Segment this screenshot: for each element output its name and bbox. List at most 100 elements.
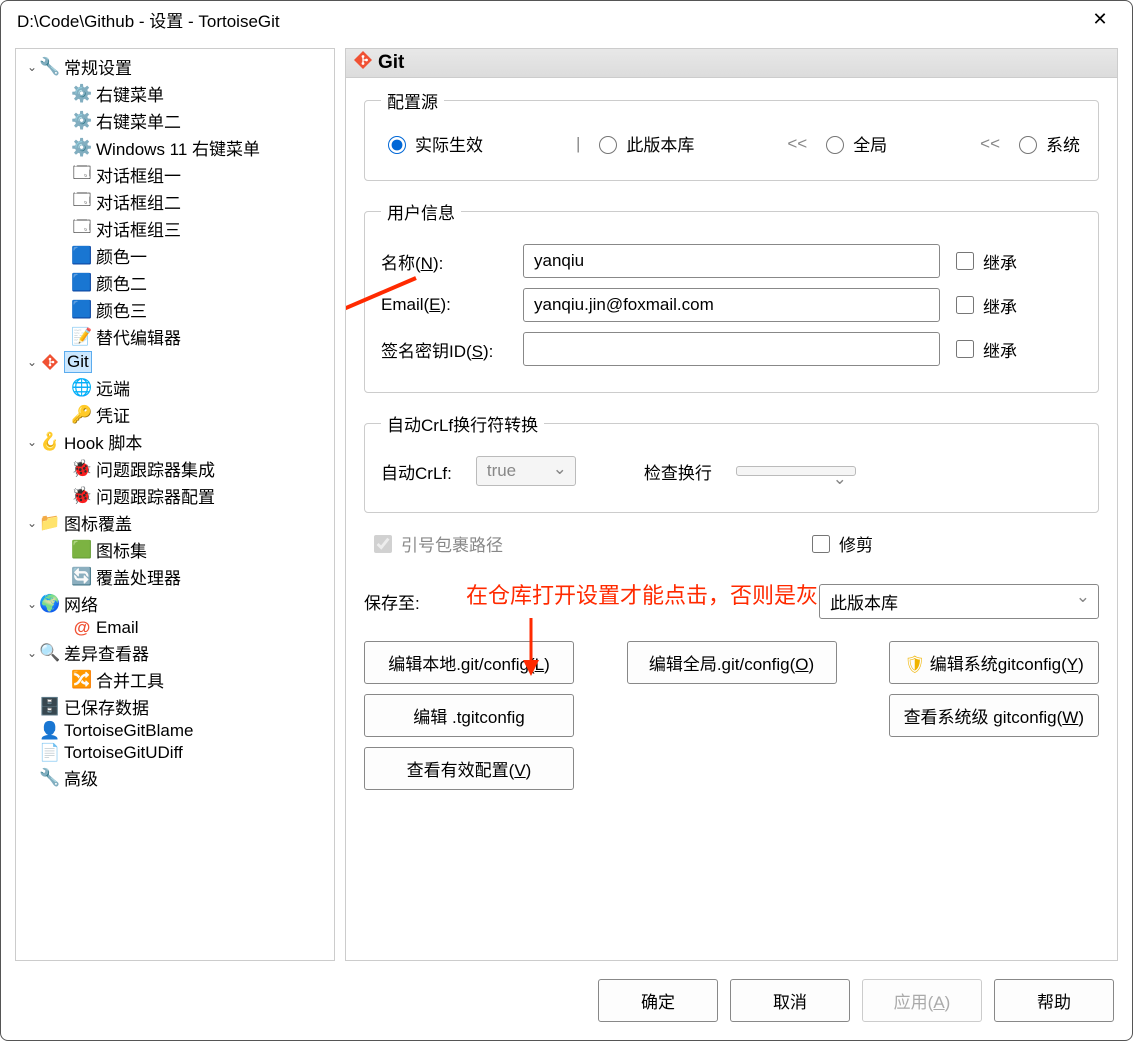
folder-icon: 📁 xyxy=(40,513,60,533)
tree-advanced[interactable]: 🔧高级 xyxy=(16,764,334,791)
editor-icon: 📝 xyxy=(72,327,92,347)
trim-checkbox[interactable]: 修剪 xyxy=(808,531,873,556)
name-input[interactable] xyxy=(523,244,940,278)
tree-iconset[interactable]: 🟩图标集 xyxy=(16,536,334,563)
tree-handler[interactable]: 🔄覆盖处理器 xyxy=(16,563,334,590)
user-info-legend: 用户信息 xyxy=(381,199,461,224)
config-source-legend: 配置源 xyxy=(381,88,444,113)
sign-inherit-checkbox[interactable]: 继承 xyxy=(952,337,1082,362)
name-label: 名称(N): xyxy=(381,249,511,274)
email-label: Email(E): xyxy=(381,295,511,315)
tree-issue-cfg[interactable]: 🐞问题跟踪器配置 xyxy=(16,482,334,509)
wrench-icon: 🔧 xyxy=(40,57,60,77)
autocrlf-select[interactable]: true xyxy=(476,456,576,486)
tree-remote[interactable]: 🌐远端 xyxy=(16,374,334,401)
hook-icon: 🪝 xyxy=(40,432,60,452)
tree-udiff[interactable]: 📄TortoiseGitUDiff xyxy=(16,742,334,764)
save-to-label: 保存至: xyxy=(364,589,464,614)
tree-blame[interactable]: 👤TortoiseGitBlame xyxy=(16,720,334,742)
tree-col3[interactable]: 🟦颜色三 xyxy=(16,296,334,323)
globe-icon: 🌐 xyxy=(72,378,92,398)
settings-tree[interactable]: 🔧常规设置 ⚙️右键菜单 ⚙️右键菜单二 ⚙️Windows 11 右键菜单 🗔… xyxy=(15,48,335,961)
view-effective-button[interactable]: 查看有效配置(V) xyxy=(364,747,574,790)
separator-lt: << xyxy=(787,134,807,154)
tree-diff[interactable]: 🔍差异查看器 xyxy=(16,639,334,666)
separator-bar: | xyxy=(576,134,580,154)
ok-button[interactable]: 确定 xyxy=(598,979,718,1022)
user-info-group: 用户信息 名称(N): 继承 Email(E): 继承 签名密钥ID(S): xyxy=(364,199,1099,393)
window-title: D:\Code\Github - 设置 - TortoiseGit xyxy=(17,7,1080,32)
radio-local[interactable]: 此版本库 xyxy=(594,131,694,156)
separator-lt: << xyxy=(980,134,1000,154)
globe-icon: 🌍 xyxy=(40,594,60,614)
bug-icon: 🐞 xyxy=(72,459,92,479)
gear-icon: ⚙️ xyxy=(72,84,92,104)
tree-git[interactable]: Git xyxy=(16,350,334,374)
edit-local-button[interactable]: 编辑本地.git/config(L) xyxy=(364,641,574,684)
tree-general[interactable]: 🔧常规设置 xyxy=(16,53,334,80)
tree-editor[interactable]: 📝替代编辑器 xyxy=(16,323,334,350)
main-panel: Git 配置源 实际生效 | 此版本库 << 全局 << 系统 xyxy=(345,48,1118,961)
tree-ctx1[interactable]: ⚙️右键菜单 xyxy=(16,80,334,107)
tree-dlg2[interactable]: 🗔对话框组二 xyxy=(16,188,334,215)
merge-icon: 🔀 xyxy=(72,670,92,690)
git-icon xyxy=(354,51,372,75)
tree-col1[interactable]: 🟦颜色一 xyxy=(16,242,334,269)
tree-hook[interactable]: 🪝Hook 脚本 xyxy=(16,428,334,455)
edit-system-button[interactable]: 编辑系统gitconfig(Y) xyxy=(889,641,1099,684)
git-icon xyxy=(40,352,60,372)
safecrlf-label: 检查换行 xyxy=(644,459,712,484)
color-icon: 🟦 xyxy=(72,273,92,293)
iconset-icon: 🟩 xyxy=(72,540,92,560)
gear-icon: ⚙️ xyxy=(72,138,92,158)
color-icon: 🟦 xyxy=(72,300,92,320)
edit-global-button[interactable]: 编辑全局.git/config(O) xyxy=(627,641,837,684)
config-source-group: 配置源 实际生效 | 此版本库 << 全局 << 系统 xyxy=(364,88,1099,181)
tree-saved[interactable]: 🗄️已保存数据 xyxy=(16,693,334,720)
apply-button: 应用(A) xyxy=(862,979,982,1022)
blame-icon: 👤 xyxy=(40,721,60,741)
tree-overlay[interactable]: 📁图标覆盖 xyxy=(16,509,334,536)
view-system-button[interactable]: 查看系统级 gitconfig(W) xyxy=(889,694,1099,737)
help-button[interactable]: 帮助 xyxy=(994,979,1114,1022)
email-input[interactable] xyxy=(523,288,940,322)
tree-cred[interactable]: 🔑凭证 xyxy=(16,401,334,428)
sign-input[interactable] xyxy=(523,332,940,366)
bug-icon: 🐞 xyxy=(72,486,92,506)
close-icon[interactable]: ✕ xyxy=(1080,9,1120,30)
quotepath-checkbox[interactable]: 引号包裹路径 xyxy=(370,531,503,556)
crlf-group: 自动CrLf换行符转换 自动CrLf: true 检查换行 xyxy=(364,411,1099,513)
wrench-icon: 🔧 xyxy=(40,768,60,788)
autocrlf-label: 自动CrLf: xyxy=(381,459,452,484)
panel-title: Git xyxy=(378,52,404,74)
tree-dlg3[interactable]: 🗔对话框组三 xyxy=(16,215,334,242)
crlf-legend: 自动CrLf换行符转换 xyxy=(381,411,544,436)
name-inherit-checkbox[interactable]: 继承 xyxy=(952,249,1082,274)
email-inherit-checkbox[interactable]: 继承 xyxy=(952,293,1082,318)
panel-header: Git xyxy=(346,49,1117,78)
title-bar: D:\Code\Github - 设置 - TortoiseGit ✕ xyxy=(1,1,1132,38)
color-icon: 🟦 xyxy=(72,246,92,266)
udiff-icon: 📄 xyxy=(40,743,60,763)
edit-tgitconfig-button[interactable]: 编辑 .tgitconfig xyxy=(364,694,574,737)
safecrlf-select[interactable] xyxy=(736,466,856,476)
cancel-button[interactable]: 取消 xyxy=(730,979,850,1022)
at-icon: @ xyxy=(72,618,92,638)
tree-dlg1[interactable]: 🗔对话框组一 xyxy=(16,161,334,188)
tree-col2[interactable]: 🟦颜色二 xyxy=(16,269,334,296)
key-icon: 🔑 xyxy=(72,405,92,425)
tree-merge[interactable]: 🔀合并工具 xyxy=(16,666,334,693)
radio-effective[interactable]: 实际生效 xyxy=(383,131,483,156)
tree-email[interactable]: @Email xyxy=(16,617,334,639)
dialog-icon: 🗔 xyxy=(72,219,92,239)
sign-label: 签名密钥ID(S): xyxy=(381,337,511,362)
save-to-select[interactable]: 此版本库 xyxy=(819,584,1099,619)
tree-issue-int[interactable]: 🐞问题跟踪器集成 xyxy=(16,455,334,482)
dialog-footer: 确定 取消 应用(A) 帮助 xyxy=(1,969,1132,1040)
radio-global[interactable]: 全局 xyxy=(821,131,887,156)
tree-win11[interactable]: ⚙️Windows 11 右键菜单 xyxy=(16,134,334,161)
tree-ctx2[interactable]: ⚙️右键菜单二 xyxy=(16,107,334,134)
tree-network[interactable]: 🌍网络 xyxy=(16,590,334,617)
radio-system[interactable]: 系统 xyxy=(1014,131,1080,156)
database-icon: 🗄️ xyxy=(40,697,60,717)
